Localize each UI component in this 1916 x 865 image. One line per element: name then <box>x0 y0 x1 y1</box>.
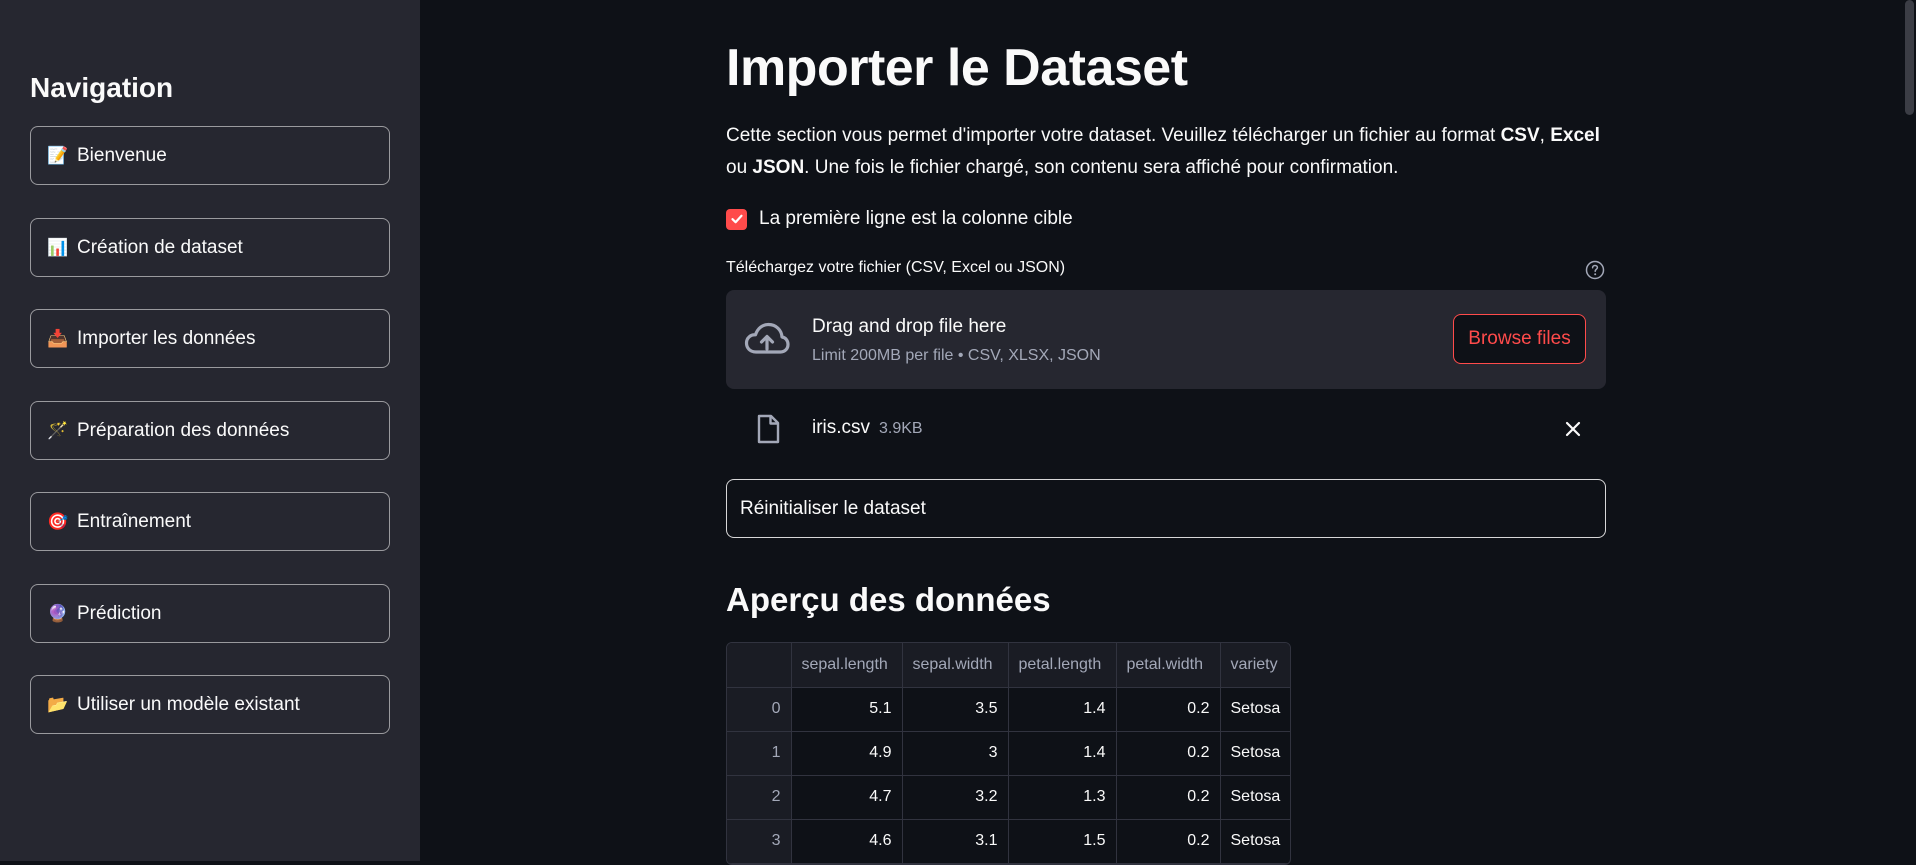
table-cell[interactable]: Setosa <box>1220 819 1291 864</box>
file-size: 3.9KB <box>879 420 923 437</box>
cloud-upload-icon <box>744 320 790 360</box>
inbox-tray-icon: 📥 <box>47 328 69 348</box>
table-cell[interactable]: 3.2 <box>902 775 1009 820</box>
file-icon <box>756 414 780 444</box>
browse-files-button[interactable]: Browse files <box>1453 314 1586 364</box>
uploaded-file: iris.csv 3.9KB <box>726 410 1606 448</box>
row-index: 1 <box>727 731 792 776</box>
index-header <box>727 643 792 688</box>
checkbox-label: La première ligne est la colonne cible <box>759 208 1073 229</box>
file-dropzone[interactable]: Drag and drop file here Limit 200MB per … <box>726 290 1606 389</box>
row-index: 3 <box>727 819 792 864</box>
page-scrollbar[interactable] <box>1900 0 1916 861</box>
magic-wand-icon: 🪄 <box>47 420 69 440</box>
column-header[interactable]: sepal.length <box>791 643 903 688</box>
reset-dataset-button[interactable]: Réinitialiser le dataset <box>726 479 1606 538</box>
page-title: Importer le Dataset <box>726 39 1188 97</box>
page-description: Cette section vous permet d'importer vot… <box>726 125 1600 178</box>
table-row: 1 4.9 3 1.4 0.2 Setosa <box>727 731 1291 776</box>
nav-button-label: Préparation des données <box>77 419 290 441</box>
row-index: 0 <box>727 687 792 732</box>
column-header[interactable]: petal.length <box>1008 643 1117 688</box>
table-cell[interactable]: 3.1 <box>902 819 1009 864</box>
table-cell[interactable]: 0.2 <box>1116 819 1221 864</box>
table-cell[interactable]: 4.9 <box>791 731 903 776</box>
bar-chart-icon: 📊 <box>47 237 69 257</box>
nav-button-label: Création de dataset <box>77 236 243 258</box>
target-column-checkbox[interactable]: La première ligne est la colonne cible <box>726 208 1073 230</box>
memo-icon: 📝 <box>47 145 69 165</box>
file-name: iris.csv <box>812 417 871 438</box>
table-row: 3 4.6 3.1 1.5 0.2 Setosa <box>727 819 1291 864</box>
table-row: 2 4.7 3.2 1.3 0.2 Setosa <box>727 775 1291 820</box>
column-header[interactable]: variety <box>1220 643 1291 688</box>
nav-button-label: Entraînement <box>77 510 192 532</box>
table-cell[interactable]: 1.4 <box>1008 731 1117 776</box>
table-header-row: sepal.length sepal.width petal.length pe… <box>727 643 1291 688</box>
nav-button-label: Importer les données <box>77 327 256 349</box>
uploader-label: Téléchargez votre fichier (CSV, Excel ou… <box>726 259 1066 276</box>
table-cell[interactable]: 0.2 <box>1116 687 1221 732</box>
nav-button-label: Prédiction <box>77 602 162 624</box>
help-icon[interactable] <box>1585 260 1605 280</box>
table-cell[interactable]: 1.4 <box>1008 687 1117 732</box>
dropzone-limit: Limit 200MB per file • CSV, XLSX, JSON <box>812 347 1101 364</box>
nav-button-label: Utiliser un modèle existant <box>77 693 300 715</box>
nav-button-creation-dataset[interactable]: 📊 Création de dataset <box>30 218 390 277</box>
nav-button-prediction[interactable]: 🔮 Prédiction <box>30 584 390 643</box>
dropzone-title: Drag and drop file here <box>812 316 1007 337</box>
data-preview-table[interactable]: sepal.length sepal.width petal.length pe… <box>726 642 1292 865</box>
row-index: 2 <box>727 775 792 820</box>
folder-icon: 📂 <box>47 694 69 714</box>
table-cell[interactable]: Setosa <box>1220 687 1291 732</box>
sidebar: Navigation 📝 Bienvenue 📊 Création de dat… <box>0 0 420 861</box>
close-icon[interactable] <box>1564 420 1582 438</box>
table-cell[interactable]: Setosa <box>1220 731 1291 776</box>
format-excel: Excel <box>1550 125 1600 146</box>
table-cell[interactable]: 3.5 <box>902 687 1009 732</box>
column-header[interactable]: petal.width <box>1116 643 1221 688</box>
table-cell[interactable]: 1.5 <box>1008 819 1117 864</box>
table-cell[interactable]: 1.3 <box>1008 775 1117 820</box>
nav-button-modele-existant[interactable]: 📂 Utiliser un modèle existant <box>30 675 390 734</box>
nav-button-importer-donnees[interactable]: 📥 Importer les données <box>30 309 390 368</box>
table-cell[interactable]: 3 <box>902 731 1009 776</box>
nav-button-preparation-donnees[interactable]: 🪄 Préparation des données <box>30 401 390 460</box>
column-header[interactable]: sepal.width <box>902 643 1009 688</box>
format-csv: CSV <box>1500 125 1540 146</box>
nav-button-label: Bienvenue <box>77 144 167 166</box>
nav-button-entrainement[interactable]: 🎯 Entraînement <box>30 492 390 551</box>
nav-button-bienvenue[interactable]: 📝 Bienvenue <box>30 126 390 185</box>
crystal-ball-icon: 🔮 <box>47 603 69 623</box>
table-cell[interactable]: Setosa <box>1220 775 1291 820</box>
table-row: 0 5.1 3.5 1.4 0.2 Setosa <box>727 687 1291 732</box>
main-content: Importer le Dataset Cette section vous p… <box>726 0 1606 865</box>
table-cell[interactable]: 0.2 <box>1116 775 1221 820</box>
table-cell[interactable]: 5.1 <box>791 687 903 732</box>
format-json: JSON <box>752 157 805 178</box>
table-cell[interactable]: 4.6 <box>791 819 903 864</box>
sidebar-title: Navigation <box>30 72 174 103</box>
table-cell[interactable]: 0.2 <box>1116 731 1221 776</box>
scrollbar-thumb[interactable] <box>1905 0 1914 115</box>
preview-title: Aperçu des données <box>726 581 1051 618</box>
table-cell[interactable]: 4.7 <box>791 775 903 820</box>
target-icon: 🎯 <box>47 511 69 531</box>
checkbox-checked-icon[interactable] <box>726 208 747 230</box>
